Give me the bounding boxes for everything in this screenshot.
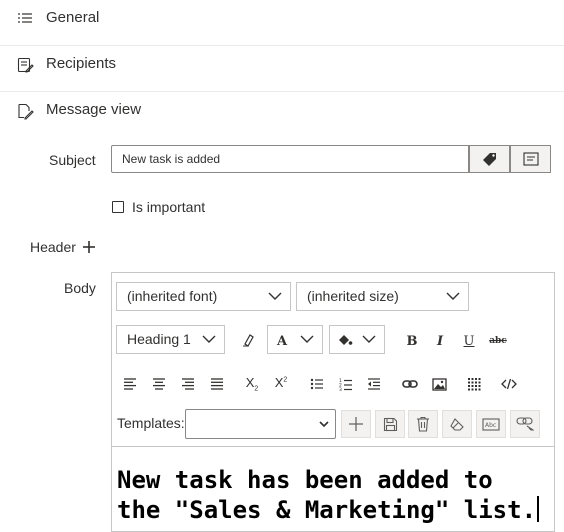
link-button[interactable]: [398, 372, 422, 396]
svg-text:Abc: Abc: [485, 422, 496, 429]
header-label: Header: [30, 239, 76, 255]
subscript-icon: X2: [245, 375, 259, 393]
text-field-button[interactable]: Abc: [476, 410, 506, 438]
list-icon: [18, 13, 32, 23]
section-message-view[interactable]: Message view: [0, 92, 564, 138]
table-button[interactable]: [462, 372, 486, 396]
format-select-value: Heading 1: [127, 331, 191, 347]
size-select-value: (inherited size): [307, 288, 399, 304]
subject-label: Subject: [49, 152, 96, 168]
link-field-button[interactable]: [510, 410, 540, 438]
recipients-icon: [17, 57, 34, 73]
clear-format-button[interactable]: [236, 328, 260, 352]
bold-icon: B: [406, 333, 418, 349]
chevron-down-icon: [202, 335, 216, 343]
editor-content[interactable]: New task has been added to the "Sales & …: [111, 446, 555, 527]
font-color-icon: A: [276, 334, 288, 347]
link-field-icon: [516, 417, 534, 431]
heading-line-1: New task has been added to: [117, 466, 493, 494]
format-select[interactable]: Heading 1: [116, 325, 225, 354]
delete-template-button[interactable]: [408, 410, 438, 438]
field-picker-icon: [522, 152, 539, 166]
highlight-color-icon: [339, 335, 353, 345]
underline-button[interactable]: U: [457, 329, 481, 353]
svg-text:A: A: [276, 334, 288, 347]
text-caret: [537, 496, 540, 522]
add-icon: [349, 417, 363, 431]
superscript-button[interactable]: X2: [269, 370, 293, 394]
html-source-icon: [501, 378, 517, 390]
bullet-list-icon: [310, 378, 323, 390]
eraser-icon: [450, 418, 464, 431]
clear-format-icon: [243, 334, 254, 347]
tag-icon: [482, 153, 496, 166]
outdent-icon: [368, 378, 380, 390]
font-select[interactable]: (inherited font): [116, 282, 291, 311]
subscript-button[interactable]: X2: [240, 372, 264, 396]
align-center-icon: [153, 378, 165, 390]
chevron-down-icon: [319, 421, 329, 428]
size-select[interactable]: (inherited size): [296, 282, 469, 311]
edit-document-icon: [18, 103, 34, 120]
section-general[interactable]: General: [0, 0, 564, 46]
add-template-button[interactable]: [341, 410, 371, 438]
justify-button[interactable]: [205, 372, 229, 396]
clear-template-button[interactable]: [442, 410, 472, 438]
link-icon: [402, 380, 418, 388]
important-checkbox[interactable]: [112, 201, 124, 213]
text-field-icon: Abc: [482, 417, 500, 431]
plus-icon[interactable]: [81, 239, 97, 255]
save-template-button[interactable]: [375, 410, 405, 438]
important-label: Is important: [132, 199, 206, 215]
align-center-button[interactable]: [147, 372, 171, 396]
section-recipients-label: Recipients: [46, 55, 117, 72]
numbered-list-button[interactable]: 123: [334, 372, 358, 396]
font-color-picker[interactable]: A: [267, 325, 323, 354]
align-right-icon: [182, 378, 194, 390]
strikethrough-icon: abc: [489, 336, 507, 346]
heading-text[interactable]: New task has been added to the "Sales & …: [117, 465, 547, 525]
highlight-color-picker[interactable]: [329, 325, 385, 354]
chevron-down-icon: [362, 335, 376, 343]
strikethrough-button[interactable]: abc: [486, 329, 510, 353]
field-picker-button[interactable]: [510, 145, 551, 173]
chevron-down-icon: [446, 292, 460, 300]
image-icon: [431, 377, 447, 391]
bold-button[interactable]: B: [400, 329, 424, 353]
italic-icon: I: [436, 333, 444, 349]
section-message-view-label: Message view: [46, 101, 142, 118]
align-left-icon: [124, 378, 136, 390]
subject-input[interactable]: New task is added: [111, 145, 469, 173]
outdent-button[interactable]: [362, 372, 386, 396]
body-label: Body: [64, 280, 96, 296]
bullet-list-button[interactable]: [305, 372, 329, 396]
templates-select[interactable]: [185, 409, 336, 439]
chevron-down-icon: [300, 335, 314, 343]
section-recipients[interactable]: Recipients: [0, 46, 564, 92]
delete-icon: [417, 416, 429, 432]
superscript-icon: X2: [274, 374, 288, 390]
html-source-button[interactable]: [497, 372, 521, 396]
underline-icon: U: [463, 333, 475, 349]
align-right-button[interactable]: [176, 372, 200, 396]
heading-line-2: the "Sales & Marketing" list.: [117, 496, 537, 524]
justify-icon: [211, 378, 223, 390]
align-left-button[interactable]: [118, 372, 142, 396]
section-general-label: General: [46, 9, 100, 26]
svg-text:3: 3: [339, 387, 342, 391]
save-icon: [383, 417, 397, 431]
table-icon: [468, 378, 481, 391]
templates-label: Templates:: [117, 415, 185, 431]
image-button[interactable]: [427, 372, 451, 396]
tag-button[interactable]: [469, 145, 510, 173]
italic-button[interactable]: I: [428, 329, 452, 353]
numbered-list-icon: 123: [339, 378, 352, 391]
font-select-value: (inherited font): [127, 288, 218, 304]
chevron-down-icon: [268, 292, 282, 300]
